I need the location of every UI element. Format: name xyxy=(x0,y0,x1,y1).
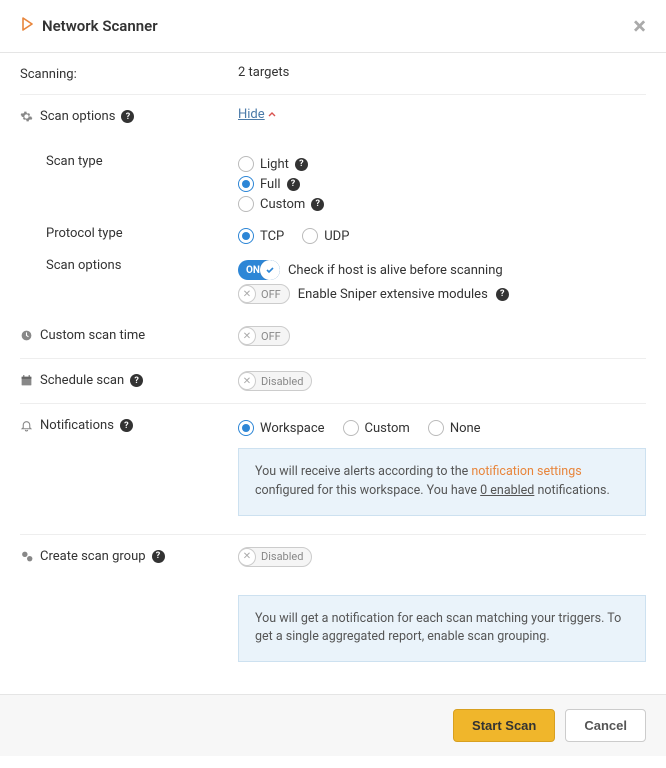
pill-text: Disabled xyxy=(256,375,311,388)
scan-group-alert: You will get a notification for each sca… xyxy=(238,595,646,663)
modal-header: Network Scanner × xyxy=(0,0,666,53)
collapse-icon xyxy=(268,111,276,119)
schedule-text: Schedule scan xyxy=(40,373,124,388)
enabled-notifications-link[interactable]: 0 enabled xyxy=(480,483,534,498)
radio-tcp[interactable]: TCP xyxy=(238,228,284,244)
toggle-schedule[interactable]: ✕ Disabled xyxy=(238,371,312,391)
scan-options-label: Scan options ? xyxy=(20,107,238,124)
radio-full[interactable]: Full ? xyxy=(238,176,646,192)
radio-notif-none[interactable]: None xyxy=(428,420,481,436)
pill-text: OFF xyxy=(256,330,289,343)
notification-settings-link[interactable]: notification settings xyxy=(471,464,581,479)
close-icon[interactable]: × xyxy=(633,14,646,38)
toggle-scan-group[interactable]: ✕ Disabled xyxy=(238,547,312,567)
scan-opts-label: Scan options xyxy=(20,256,238,273)
radio-label: None xyxy=(450,421,481,436)
protocol-label: Protocol type xyxy=(20,224,238,241)
hide-toggle[interactable]: Hide xyxy=(238,107,276,122)
pill-text: Disabled xyxy=(256,550,311,563)
scan-group-text: Create scan group xyxy=(40,549,146,564)
help-icon[interactable]: ? xyxy=(121,110,134,123)
scan-type-label: Scan type xyxy=(20,152,238,169)
cancel-button[interactable]: Cancel xyxy=(565,709,646,742)
protocol-row: Protocol type TCP UDP xyxy=(20,220,646,252)
schedule-label: Schedule scan ? xyxy=(20,371,238,388)
radio-custom-label: Custom xyxy=(260,197,305,212)
alert-text: notifications. xyxy=(534,483,609,498)
calendar-icon xyxy=(20,374,34,387)
toggle-off-text: OFF xyxy=(256,288,289,301)
help-icon[interactable]: ? xyxy=(130,374,143,387)
help-icon[interactable]: ? xyxy=(295,158,308,171)
radio-label: Workspace xyxy=(260,421,325,436)
radio-notif-custom[interactable]: Custom xyxy=(343,420,410,436)
notifications-alert: You will receive alerts according to the… xyxy=(238,448,646,516)
notifications-label: Notifications ? xyxy=(20,416,238,433)
toggle-knob xyxy=(260,260,280,280)
scanning-row: Scanning: 2 targets xyxy=(20,53,646,95)
radio-light-label: Light xyxy=(260,157,289,172)
schedule-row: Schedule scan ? ✕ Disabled xyxy=(20,359,646,404)
scan-type-row: Scan type Light ? Full ? Custom ? xyxy=(20,136,646,220)
help-icon[interactable]: ? xyxy=(311,198,324,211)
scanning-label: Scanning: xyxy=(20,65,238,82)
help-icon[interactable]: ? xyxy=(152,550,165,563)
toggle-sniper[interactable]: ✕ OFF xyxy=(238,284,290,304)
gears-icon xyxy=(20,550,34,563)
bell-icon xyxy=(20,419,34,432)
notifications-text: Notifications xyxy=(40,418,114,433)
radio-custom[interactable]: Custom ? xyxy=(238,196,646,212)
radio-udp-label: UDP xyxy=(324,229,349,244)
radio-tcp-label: TCP xyxy=(260,229,284,244)
notifications-row: Notifications ? Workspace Custom None xyxy=(20,404,646,535)
help-icon[interactable]: ? xyxy=(287,178,300,191)
help-icon[interactable]: ? xyxy=(496,288,509,301)
scan-opts-row: Scan options ON Check if host is alive b… xyxy=(20,252,646,312)
x-icon: ✕ xyxy=(238,372,256,390)
scan-options-header-row: Scan options ? Hide xyxy=(20,95,646,136)
radio-udp[interactable]: UDP xyxy=(302,228,349,244)
help-icon[interactable]: ? xyxy=(120,419,133,432)
toggle-on-text: ON xyxy=(246,265,260,276)
start-scan-button[interactable]: Start Scan xyxy=(453,709,555,742)
radio-light[interactable]: Light ? xyxy=(238,156,646,172)
clock-icon xyxy=(20,329,34,342)
scan-options-text: Scan options xyxy=(40,109,115,124)
hide-text: Hide xyxy=(238,107,265,122)
modal-body: Scanning: 2 targets Scan options ? Hide … xyxy=(0,53,666,694)
alert-text: configured for this workspace. You have xyxy=(255,483,480,498)
custom-time-row: Custom scan time ✕ OFF xyxy=(20,312,646,359)
x-icon: ✕ xyxy=(238,285,256,303)
custom-time-text: Custom scan time xyxy=(40,328,145,343)
x-icon: ✕ xyxy=(238,548,256,566)
radio-full-label: Full xyxy=(260,177,281,192)
toggle-custom-time[interactable]: ✕ OFF xyxy=(238,326,290,346)
x-icon: ✕ xyxy=(238,327,256,345)
alert-text: You will receive alerts according to the xyxy=(255,464,471,479)
play-icon xyxy=(20,17,34,35)
modal-footer: Start Scan Cancel xyxy=(0,694,666,756)
modal-title: Network Scanner xyxy=(42,17,158,35)
radio-notif-workspace[interactable]: Workspace xyxy=(238,420,325,436)
custom-time-label: Custom scan time xyxy=(20,326,238,343)
scan-group-row: Create scan group ? ✕ Disabled You will … xyxy=(20,535,646,675)
gear-icon xyxy=(20,110,34,123)
toggle-alive-label: Check if host is alive before scanning xyxy=(288,263,503,278)
radio-label: Custom xyxy=(365,421,410,436)
modal-title-wrap: Network Scanner xyxy=(20,17,158,35)
toggle-alive[interactable]: ON xyxy=(238,260,280,280)
scan-group-label: Create scan group ? xyxy=(20,547,238,564)
toggle-sniper-label: Enable Sniper extensive modules xyxy=(298,287,488,302)
scanning-value: 2 targets xyxy=(238,65,646,80)
